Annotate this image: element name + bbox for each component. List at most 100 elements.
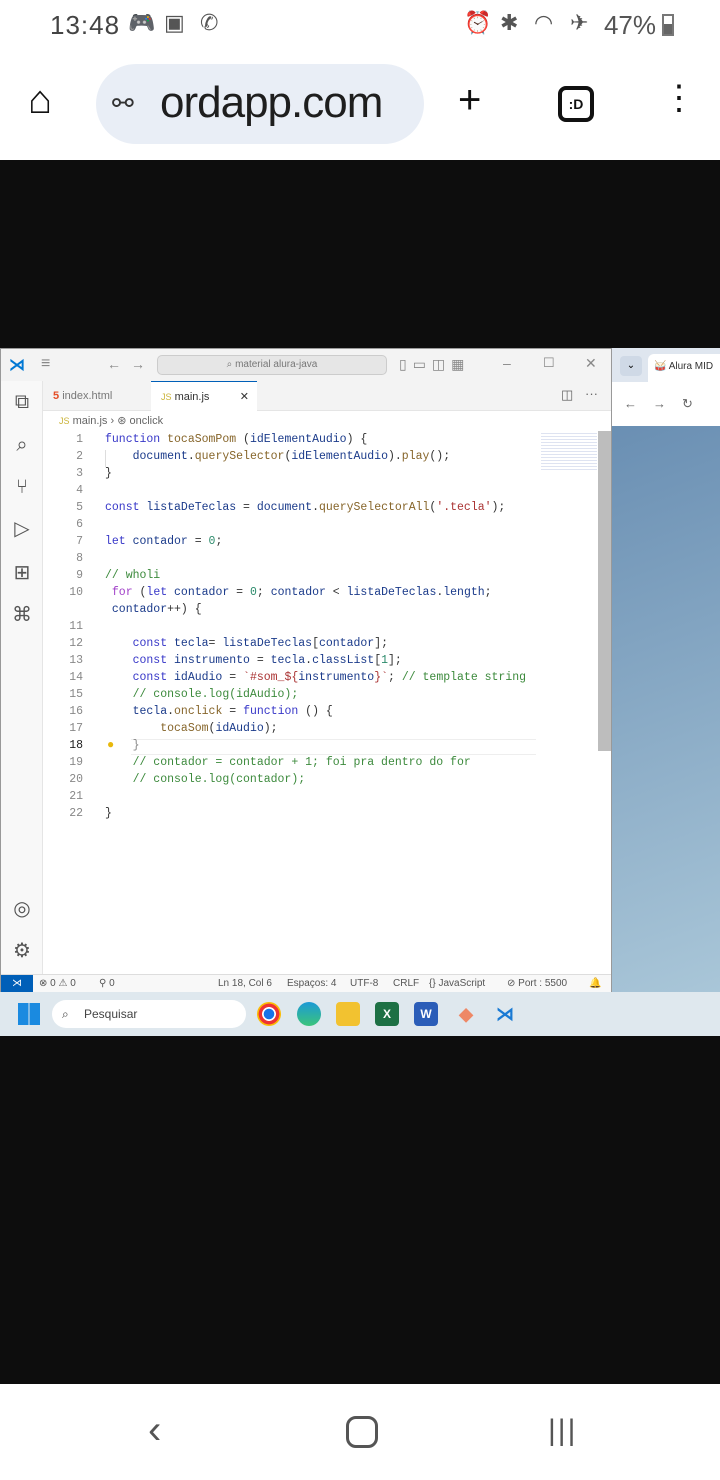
symbol-icon: ⊛ [117, 415, 127, 427]
code-token: . [187, 450, 195, 463]
tab-main-js[interactable]: JS main.js ✕ [151, 381, 257, 411]
language-label: JavaScript [438, 978, 486, 989]
code-token: }` [374, 671, 388, 684]
vscode-taskbar-icon[interactable]: ⋊ [493, 1002, 517, 1026]
browser-tab[interactable]: 🥁 Alura MID [648, 354, 720, 382]
search-text: material alura-java [235, 359, 318, 370]
windows-start-icon[interactable] [18, 1003, 40, 1025]
browser-nav-icons[interactable]: ←→↻ [624, 396, 709, 412]
encoding[interactable]: UTF-8 [350, 975, 378, 992]
code-token: classList [312, 654, 375, 667]
indentation[interactable]: Espaços: 4 [287, 975, 336, 992]
new-tab-icon[interactable]: + [458, 78, 481, 123]
code-token: tecla [270, 654, 306, 667]
excel-icon[interactable]: X [375, 1002, 399, 1026]
close-icon[interactable]: ✕ [585, 355, 597, 372]
tab-search-icon[interactable]: ⌄ [620, 356, 642, 376]
title-bar: ⋊ ≡ ← → ⌕ material alura-java ▯▭◫▦ – ☐ ✕ [1, 349, 611, 381]
home-icon[interactable]: ⌂ [28, 78, 52, 123]
close-tab-icon[interactable]: ✕ [240, 382, 249, 412]
minimap[interactable] [541, 431, 597, 471]
battery-icon [662, 14, 674, 36]
tab-label: index.html [62, 390, 113, 402]
word-icon[interactable]: W [414, 1002, 438, 1026]
line-number: 9 [76, 569, 83, 582]
code-token: 0 [249, 586, 257, 599]
code-token: const [105, 671, 175, 684]
line-ending[interactable]: CRLF [393, 975, 419, 992]
android-nav-bar: ‹ ||| [0, 1384, 720, 1480]
maximize-icon[interactable]: ☐ [543, 355, 555, 371]
drum-icon: 🥁 [654, 361, 667, 372]
tab-index-html[interactable]: 5 index.html [43, 381, 151, 411]
code-token: instrumento [174, 654, 250, 667]
code-line: const tecla= listaDeTeclas[contador]; [105, 637, 388, 650]
code-token: ); [263, 722, 278, 735]
more-menu-icon[interactable]: ⋮ [662, 78, 696, 118]
whatsapp-icon: ✆ [200, 10, 219, 35]
line-number: 14 [69, 671, 83, 684]
port-label: Port : 5500 [518, 978, 568, 989]
wifi-icon: ◠ [534, 10, 554, 35]
code-token: contador [318, 637, 375, 650]
code-token: = [222, 671, 244, 684]
code-token: contador [132, 535, 188, 548]
notifications-icon[interactable]: 🔔 [589, 975, 601, 992]
more-actions-icon[interactable]: ··· [585, 386, 598, 401]
web-page-content[interactable] [612, 426, 720, 992]
breadcrumb-file[interactable]: main.js [73, 415, 108, 427]
line-number: 5 [76, 501, 83, 514]
code-token: = [236, 501, 257, 514]
code-token: 1 [381, 654, 389, 667]
forward-icon[interactable]: → [131, 356, 145, 372]
file-explorer-icon[interactable] [336, 1002, 360, 1026]
line-number: 13 [69, 654, 83, 667]
taskbar-search[interactable]: ⌕ Pesquisar [52, 1000, 246, 1028]
menu-icon[interactable]: ≡ [41, 355, 50, 373]
explorer-icon[interactable]: ⧉ [10, 390, 34, 414]
code-token: contador [270, 586, 326, 599]
code-token: ( [236, 433, 250, 446]
code-editor[interactable]: ● 1 function tocaSomPom (idElementAudio) … [1, 431, 611, 971]
code-token: idElementAudio [249, 433, 347, 446]
split-editor-icon[interactable]: ◫ [561, 387, 573, 403]
tab-switcher-button[interactable]: :D [558, 86, 594, 122]
back-icon[interactable]: ← [107, 356, 121, 372]
code-token: [ [312, 637, 319, 650]
cursor-position[interactable]: Ln 18, Col 6 [218, 975, 272, 992]
line-number: 7 [76, 535, 83, 548]
warning-count: 0 [70, 978, 76, 989]
site-settings-icon[interactable]: ⚯ [112, 88, 134, 119]
code-token: ; [484, 586, 492, 599]
code-line: tecla.onclick = function () { [105, 705, 333, 718]
git-icon[interactable]: ◆ [454, 1002, 478, 1026]
code-token: () { [298, 705, 333, 718]
live-server-port[interactable]: ⊘ Port : 5500 [507, 975, 567, 992]
scrollbar[interactable] [598, 431, 611, 751]
breadcrumb: JS main.js › ⊛ onclick [59, 415, 164, 427]
problems-indicator[interactable]: ⊗ 0 ⚠ 0 [39, 975, 76, 992]
code-token: listaDeTeclas [346, 586, 437, 599]
back-nav-icon[interactable]: ‹ [148, 1408, 161, 1453]
code-token: contador [105, 603, 168, 616]
line-number: 4 [76, 484, 83, 497]
home-nav-icon[interactable] [346, 1416, 378, 1448]
breadcrumb-symbol[interactable]: onclick [129, 415, 163, 427]
code-token: . [167, 705, 175, 718]
remote-icon[interactable]: ⋊ [1, 975, 33, 993]
code-token: let [105, 535, 133, 548]
search-placeholder: Pesquisar [84, 1007, 138, 1021]
command-center[interactable]: ⌕ material alura-java [157, 355, 387, 375]
ports-indicator[interactable]: ⚲ 0 [99, 975, 115, 992]
code-line: contador++) { [105, 603, 202, 616]
recents-nav-icon[interactable]: ||| [548, 1414, 577, 1448]
layout-icons[interactable]: ▯▭◫▦ [399, 356, 470, 373]
tab-label: main.js [174, 391, 210, 403]
language-mode[interactable]: {} JavaScript [429, 975, 485, 992]
minimize-icon[interactable]: – [503, 355, 511, 371]
chrome-icon[interactable] [257, 1002, 281, 1026]
url-text[interactable]: ordapp.com [160, 78, 383, 128]
edge-icon[interactable] [297, 1002, 321, 1026]
code-token: tocaSom [105, 722, 209, 735]
code-line: // wholi [105, 569, 160, 582]
